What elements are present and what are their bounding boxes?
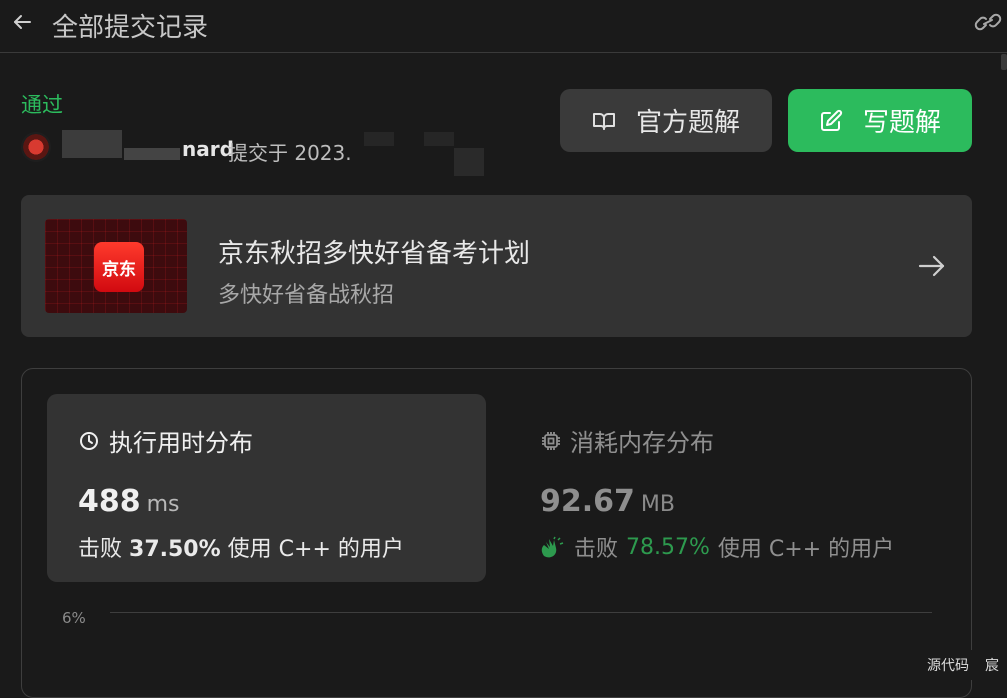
memory-unit: MB xyxy=(640,492,675,517)
status-label: 通过 xyxy=(21,93,63,117)
banner-title: 京东秋招多快好省备考计划 xyxy=(218,239,531,269)
memory-beat-text: 击败 78.57% 使用 C++ 的用户 xyxy=(540,531,894,563)
submission-time: 提交于 2023. xyxy=(228,141,352,165)
runtime-beat-percent: 37.50% xyxy=(129,537,221,562)
time-redaction xyxy=(424,132,454,146)
runtime-beat-prefix: 击败 xyxy=(78,537,123,562)
username[interactable]: nard xyxy=(182,137,234,161)
scrollbar-thumb[interactable] xyxy=(1001,54,1007,70)
clap-hands-icon xyxy=(541,536,564,558)
chip-icon xyxy=(542,431,560,450)
memory-heading[interactable]: 消耗内存分布 xyxy=(540,423,714,458)
chart-y-tick: 6% xyxy=(62,609,86,627)
write-solution-label: 写题解 xyxy=(862,108,941,138)
chart-gridline xyxy=(110,612,932,613)
runtime-beat-suffix: 使用 C++ 的用户 xyxy=(227,537,404,562)
avatar[interactable] xyxy=(21,132,51,162)
username-redaction xyxy=(124,148,180,160)
banner-subtitle: 多快好省备战秋招 xyxy=(218,283,395,308)
username-redaction xyxy=(62,130,122,158)
official-solution-label: 官方题解 xyxy=(635,108,740,138)
edit-icon xyxy=(820,109,843,131)
runtime-heading-label: 执行用时分布 xyxy=(109,429,253,457)
jd-logo: 京东 xyxy=(94,242,144,292)
corner-label-source[interactable]: 源代码 xyxy=(927,655,969,675)
memory-beat-prefix: 击败 xyxy=(574,537,619,562)
runtime-beat-text: 击败 37.50% 使用 C++ 的用户 xyxy=(78,531,404,563)
runtime-value: 488 ms xyxy=(78,484,180,519)
time-redaction xyxy=(454,148,484,176)
page-title: 全部提交记录 xyxy=(52,13,209,43)
promo-banner[interactable]: 京东 京东秋招多快好省备考计划 多快好省备战秋招 xyxy=(21,195,972,337)
runtime-number: 488 xyxy=(78,484,141,519)
runtime-unit: ms xyxy=(146,492,180,517)
arrow-right-icon[interactable] xyxy=(917,253,947,279)
runtime-heading: 执行用时分布 xyxy=(79,423,253,458)
link-icon[interactable] xyxy=(974,10,1002,34)
book-open-icon xyxy=(592,112,615,130)
top-bar: 全部提交记录 xyxy=(0,0,1007,53)
official-solution-button[interactable]: 官方题解 xyxy=(560,89,772,152)
banner-image: 京东 xyxy=(45,219,187,313)
time-redaction xyxy=(364,132,394,146)
performance-card: 执行用时分布 488 ms 击败 37.50% 使用 C++ 的用户 消耗内存分布… xyxy=(21,368,972,698)
memory-beat-percent: 78.57% xyxy=(626,534,710,560)
corner-label-char: 宸 xyxy=(985,658,999,674)
memory-number: 92.67 xyxy=(540,484,635,519)
clock-icon xyxy=(80,431,98,450)
arrow-left-icon[interactable] xyxy=(10,10,34,34)
memory-beat-suffix: 使用 C++ 的用户 xyxy=(717,537,895,562)
write-solution-button[interactable]: 写题解 xyxy=(788,89,972,152)
corner-overlay: 源代码 宸 xyxy=(919,650,1007,680)
memory-heading-label: 消耗内存分布 xyxy=(570,429,714,457)
runtime-panel[interactable]: 执行用时分布 488 ms 击败 37.50% 使用 C++ 的用户 xyxy=(47,394,486,582)
memory-value: 92.67 MB xyxy=(540,484,675,519)
